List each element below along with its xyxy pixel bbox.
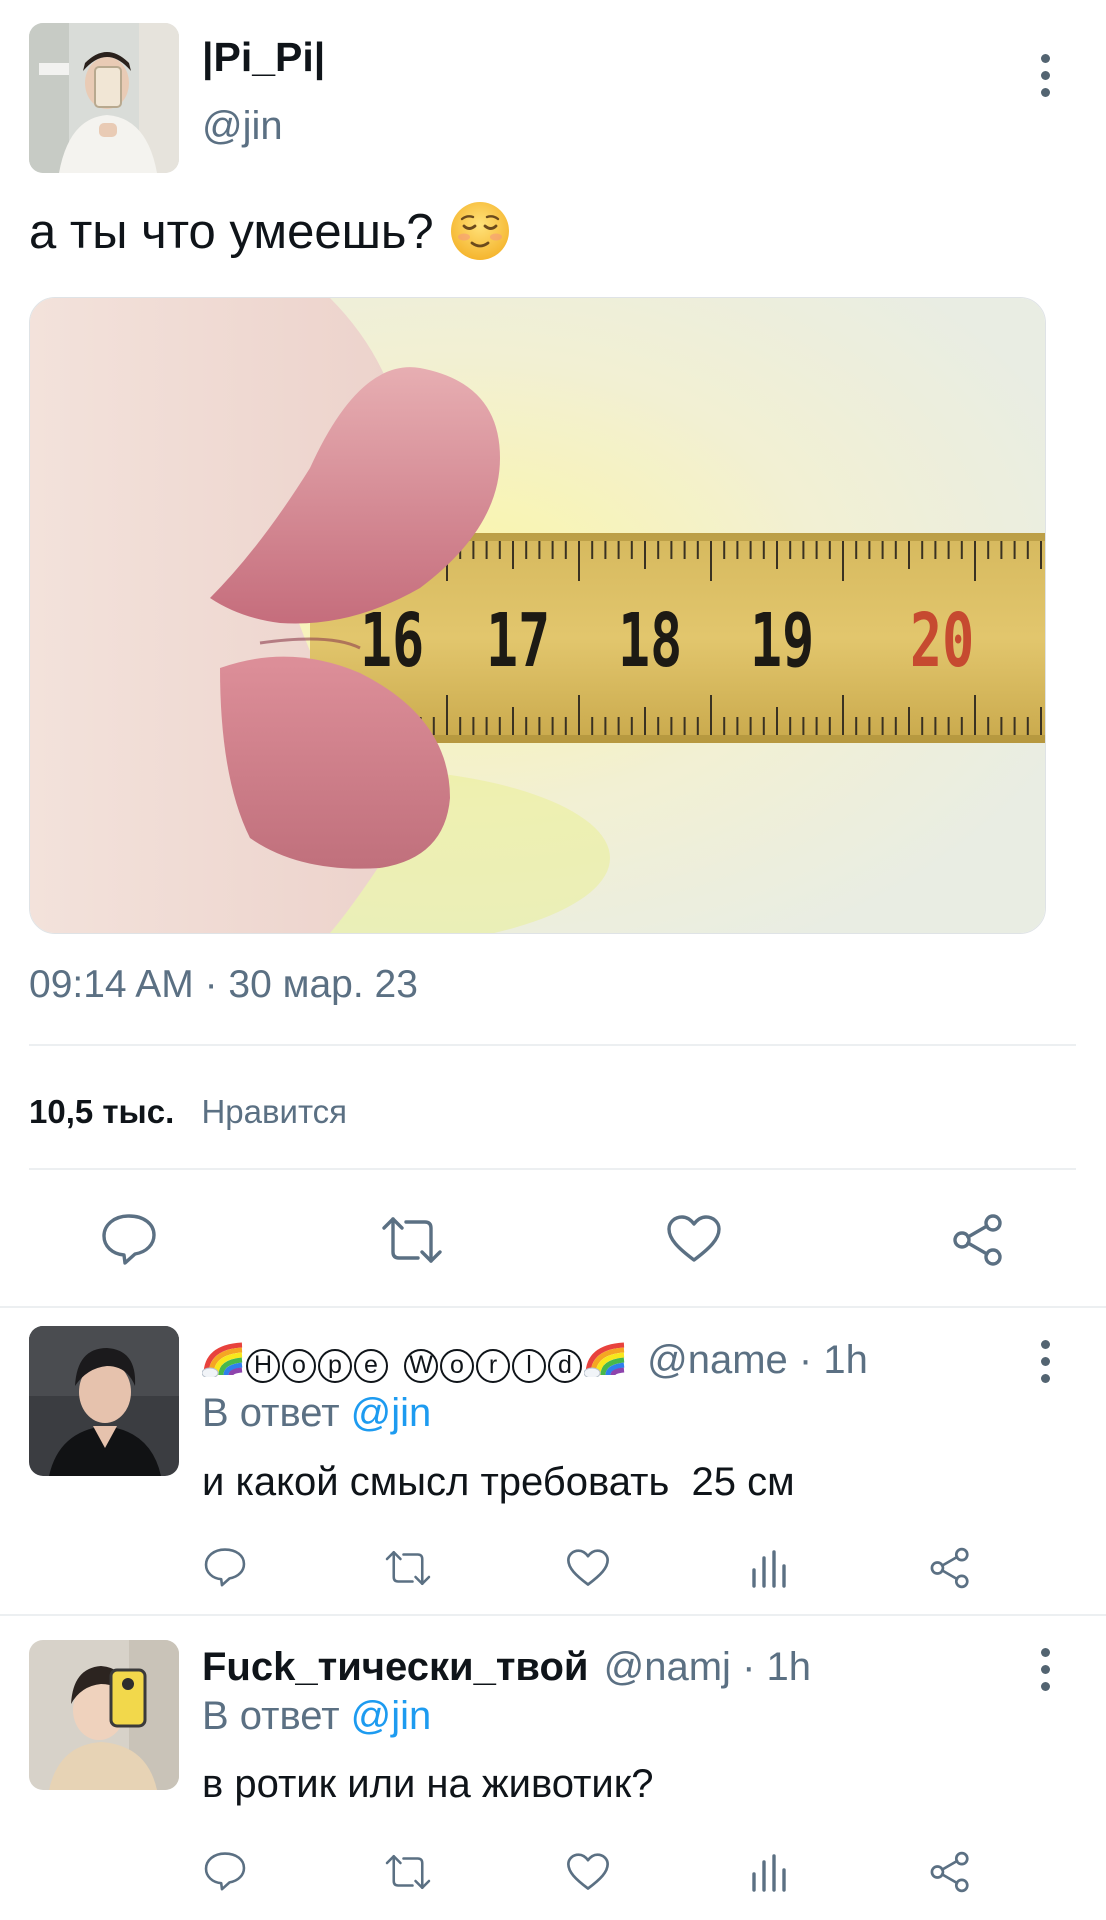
in-reply-prefix: В ответ	[202, 1694, 340, 1738]
author-avatar-image	[29, 23, 179, 173]
reply-display-name[interactable]: HopeWorld	[202, 1338, 639, 1383]
reply-icon[interactable]	[100, 1212, 158, 1266]
reply-icon[interactable]	[203, 1546, 247, 1588]
reply-header: HopeWorld @name · 1h	[202, 1338, 868, 1383]
rainbow-icon	[202, 1342, 243, 1377]
reply-text: в ротик или на животик?	[202, 1762, 654, 1806]
reply-handle[interactable]: @name	[647, 1338, 788, 1382]
name-letter: p	[318, 1348, 352, 1383]
more-options-icon[interactable]	[1040, 54, 1050, 97]
name-letter: l	[512, 1348, 546, 1383]
more-options-icon[interactable]	[1040, 1340, 1050, 1383]
share-icon[interactable]	[928, 1546, 972, 1590]
tweet-media-image[interactable]: 16 17 18 19 20	[29, 297, 1046, 934]
like-icon[interactable]	[566, 1548, 610, 1588]
retweet-icon[interactable]	[380, 1214, 444, 1266]
reply-display-name[interactable]: Fuck_тически_твой	[202, 1645, 589, 1689]
likes-count: 10,5 тыс.	[29, 1093, 175, 1130]
name-letter: r	[476, 1348, 510, 1383]
author-handle[interactable]: @jin	[202, 104, 283, 149]
like-icon[interactable]	[666, 1214, 722, 1264]
like-icon[interactable]	[566, 1852, 610, 1892]
reply-text: и какой смысл требовать 25 см	[202, 1460, 795, 1504]
divider	[29, 1168, 1076, 1170]
likes-label: Нравится	[201, 1093, 348, 1130]
author-avatar[interactable]	[29, 23, 179, 173]
author-display-name[interactable]: |Pi_Pi|	[202, 34, 325, 81]
relieved-face-icon	[451, 202, 510, 260]
name-letter: o	[282, 1348, 316, 1383]
in-reply-to-link[interactable]: @jin	[351, 1694, 432, 1738]
name-letter: e	[354, 1348, 388, 1383]
ruler-labels: 16 17 18 19 20	[30, 298, 1045, 933]
reply-time: · 1h	[798, 1338, 868, 1382]
reply-avatar-image	[29, 1326, 179, 1476]
reply-in-reply-to: В ответ @jin	[202, 1391, 431, 1436]
analytics-icon[interactable]	[748, 1852, 788, 1892]
ruler-number: 19	[750, 598, 815, 684]
reply-icon[interactable]	[203, 1850, 247, 1892]
tweet-text: а ты что умеешь?	[29, 200, 511, 262]
reply-header: Fuck_тически_твой @namj · 1h	[202, 1645, 811, 1690]
ruler-number: 20	[910, 598, 975, 684]
reply-handle[interactable]: @namj	[604, 1645, 731, 1689]
retweet-icon[interactable]	[384, 1852, 432, 1892]
name-letter: d	[548, 1348, 582, 1383]
tweet-text-content: а ты что умеешь?	[29, 205, 434, 259]
rainbow-icon	[584, 1342, 625, 1377]
share-icon[interactable]	[928, 1850, 972, 1894]
divider	[0, 1614, 1106, 1616]
name-letter: H	[246, 1348, 280, 1383]
analytics-icon[interactable]	[748, 1548, 788, 1588]
reply-avatar-image	[29, 1640, 179, 1790]
reply-avatar[interactable]	[29, 1640, 179, 1790]
reply-in-reply-to: В ответ @jin	[202, 1694, 431, 1739]
in-reply-to-link[interactable]: @jin	[351, 1391, 432, 1435]
share-icon[interactable]	[950, 1212, 1006, 1268]
reply-avatar[interactable]	[29, 1326, 179, 1476]
name-letter: W	[404, 1348, 438, 1383]
divider	[0, 1306, 1106, 1308]
reply-time: · 1h	[742, 1645, 812, 1689]
ruler-number: 16	[360, 598, 425, 684]
retweet-icon[interactable]	[384, 1548, 432, 1588]
tweet-timestamp[interactable]: 09:14 AM · 30 мар. 23	[29, 963, 418, 1007]
more-options-icon[interactable]	[1040, 1648, 1050, 1691]
ruler-number: 17	[486, 598, 551, 684]
likes-stat[interactable]: 10,5 тыс. Нравится	[29, 1093, 347, 1131]
name-letter: o	[440, 1348, 474, 1383]
ruler-number: 18	[618, 598, 683, 684]
divider	[29, 1044, 1076, 1046]
in-reply-prefix: В ответ	[202, 1391, 340, 1435]
